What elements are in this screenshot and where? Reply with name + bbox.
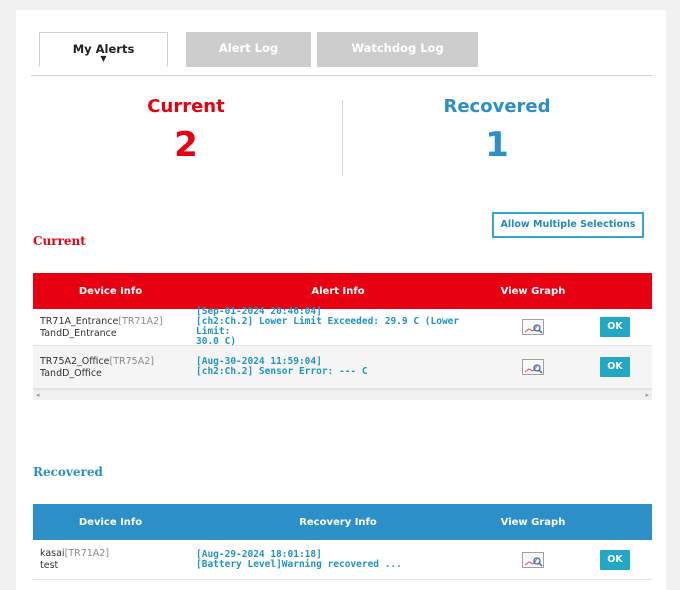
current-summary: Current 2 xyxy=(31,96,341,165)
tab-alert-log-label: Alert Log xyxy=(218,41,279,55)
recovered-summary: Recovered 1 xyxy=(342,96,652,165)
recovered-alerts-table: Device Info Recovery Info View Graph kas… xyxy=(33,504,652,580)
current-summary-label: Current xyxy=(147,96,225,117)
device-info-cell: kasai[TR71A2] test xyxy=(33,548,188,571)
device-name: TR75A2_Office xyxy=(40,355,110,367)
scroll-left-icon[interactable]: ◂ xyxy=(36,390,40,400)
device-group: test xyxy=(40,560,59,571)
allow-multiple-selections-button[interactable]: Allow Multiple Selections xyxy=(492,212,644,238)
device-model: [TR71A2] xyxy=(118,315,163,327)
device-info-cell: TR75A2_Office[TR75A2] TandD_Office xyxy=(33,356,188,379)
alerts-panel: My Alerts ▼ Alert Log Watchdog Log Curre… xyxy=(16,10,666,590)
caret-down-icon: ▼ xyxy=(100,54,107,63)
tab-watchdog-log[interactable]: Watchdog Log xyxy=(317,32,478,67)
table-row: TR75A2_Office[TR75A2] TandD_Office [Aug-… xyxy=(33,346,652,389)
device-model: [TR75A2] xyxy=(109,355,154,367)
table-row: kasai[TR71A2] test [Aug-29-2024 18:01:18… xyxy=(33,540,652,580)
graph-icon[interactable] xyxy=(522,359,544,375)
tab-alert-log[interactable]: Alert Log xyxy=(186,32,311,67)
recovery-timestamp: [Aug-29-2024 18:01:18] xyxy=(196,548,322,560)
action-cell: OK xyxy=(578,357,652,377)
header-device-info: Device Info xyxy=(78,516,143,528)
alert-info-cell: [Aug-30-2024 11:59:04] [ch2:Ch.2] Sensor… xyxy=(188,357,488,377)
tab-my-alerts[interactable]: My Alerts ▼ xyxy=(39,32,168,67)
current-table-header: Device Info Alert Info View Graph xyxy=(33,273,652,309)
alert-info-cell: [Sep-01-2024 20:46:04] [ch2:Ch.2] Lower … xyxy=(188,307,488,347)
view-graph-cell xyxy=(488,359,578,375)
action-cell: OK xyxy=(578,317,652,337)
current-section-title: Current xyxy=(33,234,86,248)
header-alert-info: Alert Info xyxy=(311,285,365,297)
device-name: kasai xyxy=(40,548,65,559)
scroll-right-icon[interactable]: ▸ xyxy=(645,390,649,400)
current-count: 2 xyxy=(174,125,198,165)
alert-message: [ch2:Ch.2] Lower Limit Exceeded: 29.9 C … xyxy=(196,316,460,337)
alert-summary: Current 2 Recovered 1 xyxy=(31,96,652,182)
ok-button[interactable]: OK xyxy=(600,357,630,377)
device-info-cell: TR71A_Entrance[TR71A2] TandD_Entrance xyxy=(33,316,188,339)
alert-message: [ch2:Ch.2] Sensor Error: --- C xyxy=(196,366,368,377)
header-view-graph: View Graph xyxy=(500,516,566,528)
device-name: TR71A_Entrance xyxy=(40,315,119,327)
action-cell: OK xyxy=(578,549,652,570)
recovered-table-header: Device Info Recovery Info View Graph xyxy=(33,504,652,540)
graph-icon[interactable] xyxy=(522,551,544,568)
view-graph-cell xyxy=(488,551,578,568)
recovered-count: 1 xyxy=(485,125,509,165)
header-device-info: Device Info xyxy=(78,285,143,297)
recovery-message: [Battery Level]Warning recovered ... xyxy=(196,558,402,570)
tab-watchdog-log-label: Watchdog Log xyxy=(351,41,444,55)
device-group: TandD_Office xyxy=(40,367,102,379)
table-row: TR71A_Entrance[TR71A2] TandD_Entrance [S… xyxy=(33,307,652,347)
header-view-graph: View Graph xyxy=(500,285,566,297)
tab-bar: My Alerts ▼ Alert Log Watchdog Log xyxy=(31,32,652,76)
header-recovery-info: Recovery Info xyxy=(299,516,377,528)
device-group: TandD_Entrance xyxy=(40,327,117,339)
recovered-summary-label: Recovered xyxy=(443,96,551,117)
ok-button[interactable]: OK xyxy=(600,317,630,337)
recovery-info-cell: [Aug-29-2024 18:01:18] [Battery Level]Wa… xyxy=(188,548,488,570)
horizontal-scrollbar[interactable]: ◂ ▸ xyxy=(33,389,652,400)
ok-button[interactable]: OK xyxy=(600,549,630,570)
alert-message-cont: 30.0 C) xyxy=(196,336,237,347)
recovered-section-title: Recovered xyxy=(33,465,103,479)
current-alerts-table: Device Info Alert Info View Graph TR71A_… xyxy=(33,273,652,400)
view-graph-cell xyxy=(488,319,578,335)
device-model: [TR71A2] xyxy=(64,548,110,559)
graph-icon[interactable] xyxy=(522,319,544,335)
